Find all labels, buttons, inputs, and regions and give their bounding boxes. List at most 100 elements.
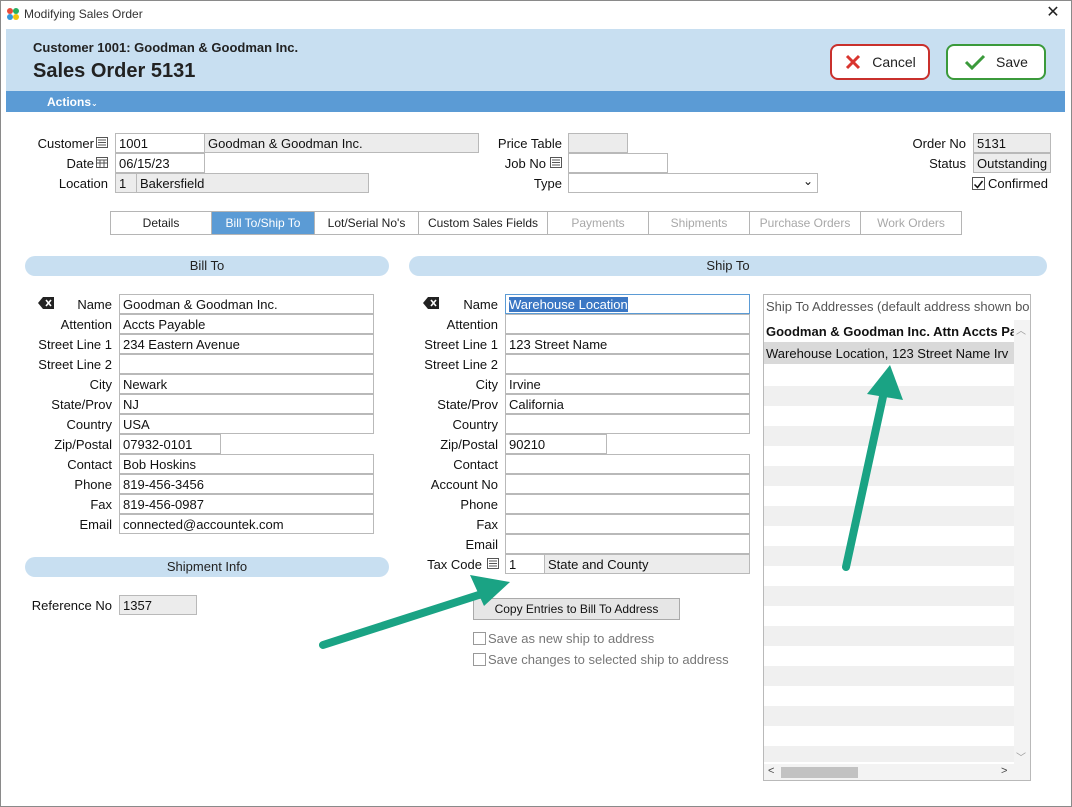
ship-to-state-prov-field[interactable]: California: [505, 394, 750, 414]
horizontal-scroll-thumb[interactable]: [781, 767, 858, 778]
bill-to-country-field[interactable]: USA: [119, 414, 374, 434]
tab-custom-sales-fields[interactable]: Custom Sales Fields: [419, 212, 548, 234]
bill-to-street-line-2-label: Street Line 2: [38, 357, 112, 372]
tax-code-field[interactable]: 1: [505, 554, 545, 574]
bill-to-email-label: Email: [79, 517, 112, 532]
ship-to-zip-postal-field[interactable]: 90210: [505, 434, 607, 454]
x-icon: [846, 54, 861, 70]
ship-to-email-field[interactable]: [505, 534, 750, 554]
save-new-ship-to-checkbox[interactable]: [473, 632, 486, 645]
tab-lot-serial[interactable]: Lot/Serial No's: [315, 212, 419, 234]
ship-to-name-field[interactable]: Warehouse Location: [505, 294, 750, 314]
bill-to-attention-label: Attention: [60, 317, 112, 332]
order-no-field: 5131: [973, 133, 1051, 153]
save-new-ship-to-label: Save as new ship to address: [488, 631, 655, 646]
vertical-scrollbar[interactable]: [1014, 320, 1030, 764]
location-id-field[interactable]: 1: [115, 173, 137, 193]
ship-to-account-no-field[interactable]: [505, 474, 750, 494]
bill-to-fax-field[interactable]: 819-456-0987: [119, 494, 374, 514]
bill-to-zip-postal-field[interactable]: 07932-0101: [119, 434, 221, 454]
ship-to-street-line-1-label: Street Line 1: [424, 337, 498, 352]
confirmed-checkbox[interactable]: [972, 177, 985, 190]
bill-to-phone-field[interactable]: 819-456-3456: [119, 474, 374, 494]
ship-to-contact-label: Contact: [453, 457, 498, 472]
bill-to-zip-postal-label: Zip/Postal: [54, 437, 112, 452]
ship-to-country-label: Country: [452, 417, 498, 432]
tab-shipments[interactable]: Shipments: [649, 212, 750, 234]
calendar-icon[interactable]: [96, 157, 108, 168]
table-row[interactable]: Warehouse Location, 123 Street Name Irv: [766, 346, 1014, 361]
scroll-up-icon[interactable]: ︿: [1016, 322, 1026, 337]
scroll-right-icon[interactable]: >: [1001, 765, 1007, 777]
bill-to-city-field[interactable]: Newark: [119, 374, 374, 394]
cancel-button[interactable]: Cancel: [830, 44, 930, 80]
status-label: Status: [929, 156, 966, 171]
type-select[interactable]: ⌄: [568, 173, 818, 193]
bill-to-fax-label: Fax: [90, 497, 112, 512]
ship-to-street-line-1-field[interactable]: 123 Street Name: [505, 334, 750, 354]
customer-name-field: Goodman & Goodman Inc.: [204, 133, 479, 153]
save-changes-ship-to-checkbox[interactable]: [473, 653, 486, 666]
ship-to-attention-label: Attention: [446, 317, 498, 332]
ship-to-fax-label: Fax: [476, 517, 498, 532]
checkmark-icon: [973, 180, 984, 189]
bill-to-contact-field[interactable]: Bob Hoskins: [119, 454, 374, 474]
list-lookup-icon[interactable]: [550, 157, 562, 168]
grid-caption: Ship To Addresses (default address shown…: [766, 299, 1030, 314]
order-no-label: Order No: [912, 136, 966, 151]
ship-to-name-label: Name: [463, 297, 498, 312]
window-title: Modifying Sales Order: [24, 7, 143, 21]
scroll-left-icon[interactable]: <: [768, 765, 774, 777]
bill-to-street-line-2-field[interactable]: [119, 354, 374, 374]
ship-to-contact-field[interactable]: [505, 454, 750, 474]
actions-menu[interactable]: Actions⌄: [47, 95, 98, 109]
customer-label: Customer: [37, 136, 94, 151]
ship-to-fax-field[interactable]: [505, 514, 750, 534]
ship-to-phone-field[interactable]: [505, 494, 750, 514]
close-icon[interactable]: ✕: [1044, 4, 1062, 22]
customer-id-field[interactable]: 1001: [115, 133, 205, 153]
date-label: Date: [66, 156, 94, 171]
bill-to-attention-field[interactable]: Accts Payable: [119, 314, 374, 334]
tax-code-label: Tax Code: [427, 557, 482, 572]
ship-to-city-field[interactable]: Irvine: [505, 374, 750, 394]
reference-no-field[interactable]: 1357: [119, 595, 197, 615]
tab-purchase-orders[interactable]: Purchase Orders: [750, 212, 861, 234]
cancel-label: Cancel: [872, 54, 916, 70]
date-field[interactable]: 06/15/23: [115, 153, 205, 173]
ship-to-city-label: City: [475, 377, 498, 392]
grid-empty-rows: [764, 366, 1014, 762]
customer-heading: Customer 1001: Goodman & Goodman Inc.: [33, 40, 299, 55]
list-lookup-icon[interactable]: [96, 137, 108, 148]
tab-details[interactable]: Details: [111, 212, 212, 234]
tab-payments[interactable]: Payments: [548, 212, 649, 234]
bill-to-name-label: Name: [77, 297, 112, 312]
price-table-field[interactable]: [568, 133, 628, 153]
job-no-label: Job No: [504, 156, 546, 171]
scroll-down-icon[interactable]: ﹀: [1016, 749, 1026, 764]
ship-to-street-line-2-field[interactable]: [505, 354, 750, 374]
list-lookup-icon[interactable]: [487, 558, 499, 569]
bill-to-name-field[interactable]: Goodman & Goodman Inc.: [119, 294, 374, 314]
copy-to-bill-to-button[interactable]: Copy Entries to Bill To Address: [473, 598, 680, 620]
save-button[interactable]: Save: [946, 44, 1046, 80]
ship-to-phone-label: Phone: [460, 497, 498, 512]
ship-to-state-prov-label: State/Prov: [437, 397, 498, 412]
job-no-field[interactable]: [568, 153, 668, 173]
tab-bill-to-ship-to[interactable]: Bill To/Ship To: [212, 212, 315, 234]
tab-work-orders[interactable]: Work Orders: [861, 212, 961, 234]
bill-to-state-prov-label: State/Prov: [51, 397, 112, 412]
ship-to-country-field[interactable]: [505, 414, 750, 434]
bill-to-street-line-1-field[interactable]: 234 Eastern Avenue: [119, 334, 374, 354]
bill-to-contact-label: Contact: [67, 457, 112, 472]
app-logo-icon: [7, 8, 19, 20]
bill-to-email-field[interactable]: connected@accountek.com: [119, 514, 374, 534]
ship-to-attention-field[interactable]: [505, 314, 750, 334]
grid-row-header[interactable]: Goodman & Goodman Inc. Attn Accts Pa: [766, 324, 1016, 339]
type-label: Type: [533, 176, 562, 191]
save-changes-ship-to-label: Save changes to selected ship to address: [488, 652, 729, 667]
ship-to-email-label: Email: [465, 537, 498, 552]
status-field: Outstanding: [973, 153, 1051, 173]
bill-to-state-prov-field[interactable]: NJ: [119, 394, 374, 414]
chevron-down-icon: ⌄: [802, 174, 813, 188]
